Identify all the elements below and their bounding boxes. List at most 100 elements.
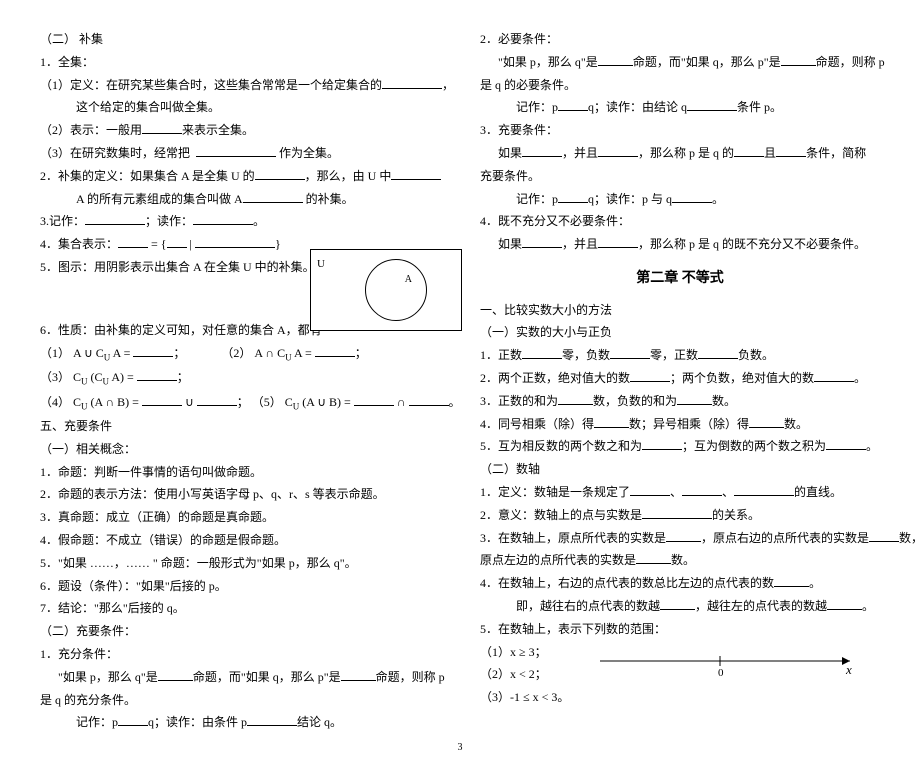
item: （1）定义：在研究某些集合时，这些集合常常是一个给定集合的， [40,74,440,97]
venn-diagram: U A [310,249,462,331]
subheading: （二）充要条件： [40,620,440,643]
item: 如果，并且，那么称 p 是 q 的既不充分又不必要条件。 [480,233,880,256]
number-line-icon: 0 x [600,646,860,676]
item: （2）表示：一般用来表示全集。 [40,119,440,142]
item: 4．假命题：不成立（错误）的命题是假命题。 [40,529,440,552]
chapter-title: 第二章 不等式 [480,266,880,293]
item: 记作：pq；读作：由条件 p结论 q。 [40,711,440,734]
blank [409,393,449,406]
item: 3．真命题：成立（正确）的命题是真命题。 [40,506,440,529]
item: 即，越往右的点代表的数越，越往左的点代表的数越。 [480,595,880,618]
blank [522,235,562,248]
item: 充要条件。 [480,165,880,188]
blank [341,668,376,681]
blank [137,368,177,381]
left-column: （二） 补集 1．全集： （1）定义：在研究某些集合时，这些集合常常是一个给定集… [40,28,440,734]
blank [682,483,722,496]
blank [598,144,638,157]
blank [610,346,650,359]
blank [558,190,588,203]
blank [391,167,441,180]
blank [382,76,442,89]
item: 记作：pq；读作：由结论 q条件 p。 [480,96,880,119]
item: 1．命题：判断一件事情的语句叫做命题。 [40,461,440,484]
blank [687,98,737,111]
blank [522,346,562,359]
item: 记作：pq；读作：p 与 q。 [480,188,880,211]
venn-label-a: A [405,270,412,289]
blank [598,53,633,66]
item: 2．意义：数轴上的点与实数是的关系。 [480,504,880,527]
blank [630,369,670,382]
item: 3.记作：；读作：。 [40,210,440,233]
item: （3）-1 ≤ x < 3。 [480,686,880,709]
blank [142,121,182,134]
blank [167,235,187,248]
axis-x-label: x [845,662,852,676]
item: 是 q 的必要条件。 [480,74,880,97]
blank [243,190,303,203]
blank [118,235,148,248]
blank [698,346,738,359]
item: 是 q 的充分条件。 [40,689,440,712]
blank [598,235,638,248]
item: 1．定义：数轴是一条规定了、、的直线。 [480,481,880,504]
blank [558,392,593,405]
item: （3） CU (CU A) = ； [40,366,440,390]
blank [734,483,794,496]
right-column: 2．必要条件： "如果 p，那么 q"是命题，而"如果 q，那么 p"是命题，则… [480,28,880,734]
item: 4．同号相乘（除）得数；异号相乘（除）得数。 [480,413,880,436]
blank [814,369,854,382]
item: "如果 p，那么 q"是命题，而"如果 q，那么 p"是命题，则称 p [480,51,880,74]
blank [630,483,670,496]
blank [660,597,695,610]
item: 2．两个正数，绝对值大的数；两个负数，绝对值大的数。 [480,367,880,390]
axis-zero-label: 0 [718,667,724,676]
blank [642,437,682,450]
item: （1） A ∪ CU A = ； （2） A ∩ CU A = ； [40,342,440,366]
blank [247,713,297,726]
blank [196,144,276,157]
blank [734,144,764,157]
item: 2．补集的定义：如果集合 A 是全集 U 的，那么，由 U 中 [40,165,440,188]
item: 4．在数轴上，右边的点代表的数总比左边的点代表的数。 [480,572,880,595]
blank [869,529,899,542]
blank [672,190,712,203]
heading-buji: （二） 补集 [40,28,440,51]
item: 4．既不充分又不必要条件： [480,210,880,233]
blank [827,597,862,610]
item: 7．结论："那么"后接的 q。 [40,597,440,620]
blank [666,529,701,542]
venn-label-u: U [317,254,325,275]
item: 1．正数零，负数零，正数负数。 [480,344,880,367]
blank [636,551,671,564]
blank [776,144,806,157]
blank [558,98,588,111]
item: 3．充要条件： [480,119,880,142]
item: 3．正数的和为数，负数的和为数。 [480,390,880,413]
item: 3．在数轴上，原点所代表的实数是，原点右边的点所代表的实数是数， [480,527,880,550]
item: 5．互为相反数的两个数之和为；互为倒数的两个数之积为。 [480,435,880,458]
blank [85,212,145,225]
blank [255,167,305,180]
item: 6．题设（条件）："如果"后接的 p。 [40,575,440,598]
blank [826,437,866,450]
item: 1．全集： [40,51,440,74]
blank [594,415,629,428]
item: 2．必要条件： [480,28,880,51]
item: （3）在研究数集时，经常把 作为全集。 [40,142,440,165]
item: "如果 p，那么 q"是命题，而"如果 q，那么 p"是命题，则称 p [40,666,440,689]
blank [197,393,237,406]
blank [677,392,712,405]
item: 原点左边的点所代表的实数是数。 [480,549,880,572]
item: 5．在数轴上，表示下列数的范围： [480,618,880,641]
heading: 一、比较实数大小的方法 [480,299,880,322]
subheading: （一）实数的大小与正负 [480,321,880,344]
page-number: 3 [40,738,880,757]
venn-circle: A [365,259,427,321]
item: 如果，并且，那么称 p 是 q 的且条件，简称 [480,142,880,165]
item: 2．命题的表示方法：使用小写英语字母 p、q、r、s 等表示命题。 [40,483,440,506]
blank [158,668,193,681]
blank [354,393,394,406]
blank [781,53,816,66]
